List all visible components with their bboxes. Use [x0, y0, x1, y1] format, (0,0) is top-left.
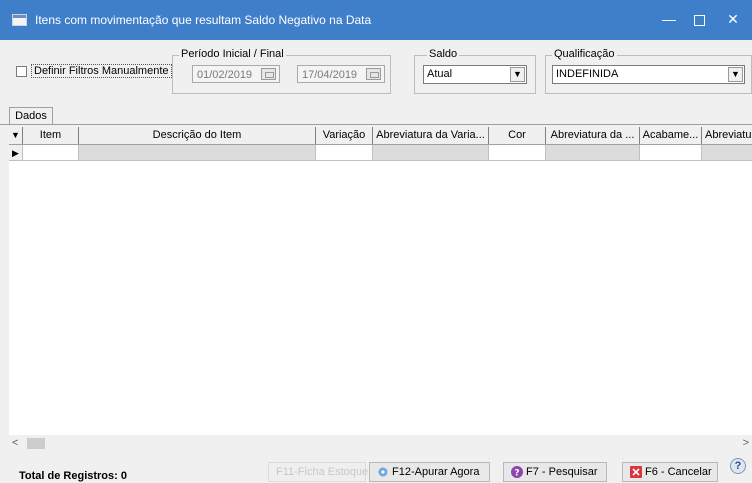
- qualificacao-value: INDEFINIDA: [556, 68, 619, 80]
- chevron-down-icon[interactable]: ▼: [510, 67, 525, 82]
- filter-marker-icon[interactable]: ▼: [9, 127, 23, 144]
- table-cell[interactable]: [373, 145, 489, 161]
- table-cell[interactable]: [640, 145, 702, 161]
- start-date-field[interactable]: 01/02/2019: [192, 65, 280, 83]
- table-cell[interactable]: [23, 145, 79, 161]
- cancel-x-icon: [630, 466, 642, 478]
- maximize-icon: [693, 14, 705, 26]
- close-button[interactable]: ✕: [710, 0, 752, 40]
- qualificacao-legend: Qualificação: [552, 48, 617, 60]
- table-cell[interactable]: [316, 145, 373, 161]
- svg-text:?: ?: [514, 469, 519, 479]
- column-header-variacao[interactable]: Variação: [316, 127, 373, 144]
- column-header-abrev-variacao[interactable]: Abreviatura da Varia...: [373, 127, 489, 144]
- tab-divider: [0, 124, 752, 125]
- app-window-icon: [12, 14, 27, 26]
- scroll-thumb[interactable]: [27, 438, 45, 449]
- cancelar-button[interactable]: F6 - Cancelar: [622, 462, 718, 482]
- help-circle-icon: ?: [511, 466, 523, 478]
- window-title: Itens com movimentação que resultam Sald…: [35, 13, 372, 27]
- chevron-down-icon[interactable]: ▼: [728, 67, 743, 82]
- end-date-field[interactable]: 17/04/2019: [297, 65, 385, 83]
- end-date-value: 17/04/2019: [302, 69, 358, 81]
- qualificacao-group: Qualificação INDEFINIDA ▼: [545, 48, 752, 94]
- saldo-legend: Saldo: [427, 48, 460, 60]
- table-cell[interactable]: [489, 145, 546, 161]
- pesquisar-label: F7 - Pesquisar: [526, 466, 598, 478]
- tab-dados[interactable]: Dados: [9, 107, 53, 125]
- column-header-item[interactable]: Item: [23, 127, 79, 144]
- manual-filters-checkbox[interactable]: [16, 66, 27, 77]
- column-header-abrev-acabamento[interactable]: Abreviatu: [702, 127, 752, 144]
- qualificacao-select[interactable]: INDEFINIDA ▼: [552, 65, 745, 84]
- scroll-left-icon[interactable]: <: [12, 437, 18, 449]
- ficha-estoque-label: F11-Ficha Estoque: [276, 466, 369, 478]
- gear-icon: [378, 467, 388, 477]
- saldo-value: Atual: [427, 68, 453, 80]
- column-header-acabamento[interactable]: Acabame...: [640, 127, 702, 144]
- table-cell[interactable]: [702, 145, 752, 161]
- cancelar-label: F6 - Cancelar: [645, 466, 712, 478]
- row-indicator-icon: ▶: [9, 145, 23, 161]
- apurar-agora-button[interactable]: F12-Apurar Agora: [369, 462, 490, 482]
- saldo-group: Saldo Atual ▼: [414, 48, 536, 94]
- help-button[interactable]: ?: [730, 458, 746, 474]
- period-legend: Período Inicial / Final: [179, 48, 286, 60]
- grid-header: ▼ Item Descrição do Item Variação Abrevi…: [9, 127, 752, 145]
- status-bar: Total de Registros: 0 F11-Ficha Estoque …: [0, 456, 752, 483]
- apurar-agora-label: F12-Apurar Agora: [392, 466, 480, 478]
- manual-filters-label[interactable]: Definir Filtros Manualmente: [31, 64, 172, 78]
- total-records: Total de Registros: 0: [19, 470, 127, 482]
- saldo-select[interactable]: Atual ▼: [423, 65, 527, 84]
- column-header-cor[interactable]: Cor: [489, 127, 546, 144]
- ficha-estoque-button[interactable]: F11-Ficha Estoque: [268, 462, 369, 482]
- horizontal-scrollbar[interactable]: < >: [9, 435, 752, 452]
- calendar-icon[interactable]: [261, 68, 276, 80]
- scroll-right-icon[interactable]: >: [743, 437, 749, 449]
- column-header-abrev-cor[interactable]: Abreviatura da ...: [546, 127, 640, 144]
- start-date-value: 01/02/2019: [197, 69, 253, 81]
- table-cell[interactable]: [79, 145, 316, 161]
- period-group: Período Inicial / Final 01/02/2019 17/04…: [172, 48, 391, 94]
- column-header-descricao[interactable]: Descrição do Item: [79, 127, 316, 144]
- calendar-icon[interactable]: [366, 68, 381, 80]
- table-row[interactable]: ▶: [9, 145, 752, 162]
- pesquisar-button[interactable]: ? F7 - Pesquisar: [503, 462, 607, 482]
- data-grid[interactable]: ▼ Item Descrição do Item Variação Abrevi…: [9, 127, 752, 435]
- table-cell[interactable]: [546, 145, 640, 161]
- title-bar: Itens com movimentação que resultam Sald…: [0, 0, 752, 40]
